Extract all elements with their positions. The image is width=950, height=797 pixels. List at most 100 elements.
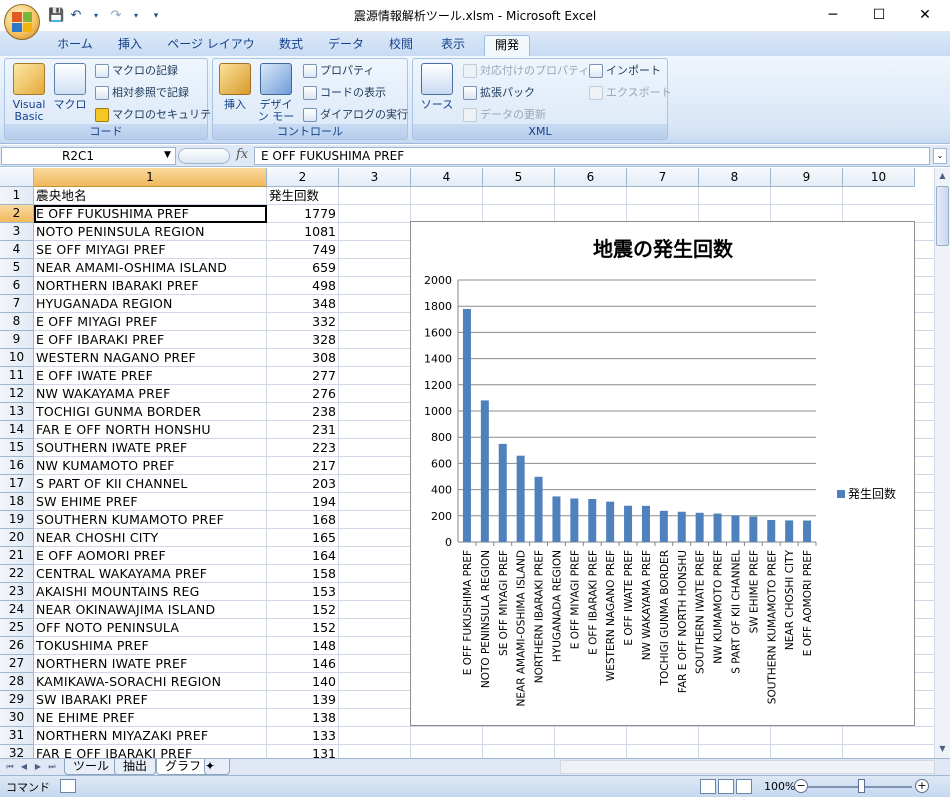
cell-epicenter-name[interactable]: SW EHIME PREF [34, 493, 267, 511]
column-header[interactable]: 6 [555, 168, 627, 187]
cell-epicenter-name[interactable]: SOUTHERN IWATE PREF [34, 439, 267, 457]
cell-epicenter-name[interactable]: E OFF AOMORI PREF [34, 547, 267, 565]
redo-dropdown-icon[interactable]: ▾ [128, 8, 144, 24]
expand-formula-bar-icon[interactable]: ⌄ [933, 148, 947, 164]
cell-epicenter-name[interactable]: FAR E OFF IBARAKI PREF [34, 745, 267, 758]
save-icon[interactable]: 💾 [48, 8, 64, 24]
cell-epicenter-name[interactable]: E OFF IWATE PREF [34, 367, 267, 385]
row-header[interactable]: 18 [0, 493, 34, 511]
cell-epicenter-name[interactable]: FAR E OFF NORTH HONSHU [34, 421, 267, 439]
tab-developer[interactable]: 開発 [484, 35, 530, 56]
scroll-up-icon[interactable]: ▲ [936, 169, 949, 183]
page-layout-view-icon[interactable] [718, 779, 734, 794]
row-header[interactable]: 32 [0, 745, 34, 758]
insert-sheet-icon[interactable]: ✦ [204, 759, 230, 775]
cell-count[interactable]: 194 [267, 493, 339, 511]
tab-review[interactable]: 校閲 [382, 35, 420, 56]
zoom-in-icon[interactable]: + [915, 779, 929, 793]
prev-sheet-icon[interactable]: ◀ [18, 760, 30, 774]
cell-epicenter-name[interactable]: NEAR OKINAWAJIMA ISLAND [34, 601, 267, 619]
cell-epicenter-name[interactable]: TOKUSHIMA PREF [34, 637, 267, 655]
row-header[interactable]: 9 [0, 331, 34, 349]
cell-count[interactable]: 138 [267, 709, 339, 727]
macro-security-button[interactable]: マクロのセキュリティ [95, 106, 221, 124]
first-sheet-icon[interactable]: ⏮ [4, 760, 16, 774]
cell-count[interactable]: 223 [267, 439, 339, 457]
cell-epicenter-name[interactable]: E OFF IBARAKI PREF [34, 331, 267, 349]
tab-insert[interactable]: 挿入 [110, 35, 150, 56]
row-header[interactable]: 11 [0, 367, 34, 385]
undo-dropdown-icon[interactable]: ▾ [88, 8, 104, 24]
cell-epicenter-name[interactable]: AKAISHI MOUNTAINS REG [34, 583, 267, 601]
vertical-scrollbar[interactable]: ▲ ▼ [934, 168, 950, 758]
tab-view[interactable]: 表示 [433, 35, 473, 56]
cell-count[interactable]: 348 [267, 295, 339, 313]
row-header[interactable]: 7 [0, 295, 34, 313]
column-header[interactable]: 7 [627, 168, 699, 187]
cell-count[interactable]: 152 [267, 601, 339, 619]
row-header[interactable]: 21 [0, 547, 34, 565]
cell-count[interactable]: 276 [267, 385, 339, 403]
tab-page-layout[interactable]: ページ レイアウト [163, 35, 259, 70]
cell-epicenter-name[interactable]: NOTO PENINSULA REGION [34, 223, 267, 241]
row-header[interactable]: 3 [0, 223, 34, 241]
cell-epicenter-name[interactable]: TOCHIGI GUNMA BORDER [34, 403, 267, 421]
cell-epicenter-name[interactable]: E OFF FUKUSHIMA PREF [34, 205, 267, 223]
cell-count[interactable]: 328 [267, 331, 339, 349]
page-break-view-icon[interactable] [736, 779, 752, 794]
cell-count[interactable]: 165 [267, 529, 339, 547]
insert-control-button[interactable]: 挿入 [217, 63, 253, 111]
cell-epicenter-name[interactable]: NEAR AMAMI-OSHIMA ISLAND [34, 259, 267, 277]
next-sheet-icon[interactable]: ▶ [32, 760, 44, 774]
name-box[interactable]: R2C1 [1, 147, 176, 165]
cell-epicenter-name[interactable]: NEAR CHOSHI CITY [34, 529, 267, 547]
column-header[interactable]: 8 [699, 168, 771, 187]
row-header[interactable]: 23 [0, 583, 34, 601]
column-header[interactable]: 4 [411, 168, 483, 187]
cell-count[interactable]: 231 [267, 421, 339, 439]
select-all-corner[interactable] [0, 168, 34, 187]
formula-bar-splitter[interactable] [178, 148, 230, 164]
cell-count[interactable]: 277 [267, 367, 339, 385]
cell-epicenter-name[interactable]: NORTHERN IWATE PREF [34, 655, 267, 673]
column-header[interactable]: 1 [34, 168, 267, 187]
row-header[interactable]: 20 [0, 529, 34, 547]
cell-count[interactable]: 498 [267, 277, 339, 295]
cell-count[interactable]: 140 [267, 673, 339, 691]
cell-epicenter-name[interactable]: E OFF MIYAGI PREF [34, 313, 267, 331]
cell-epicenter-name[interactable]: CENTRAL WAKAYAMA PREF [34, 565, 267, 583]
properties-button[interactable]: プロパティ [303, 62, 374, 80]
zoom-slider-thumb[interactable] [858, 779, 865, 793]
import-button[interactable]: インポート [589, 62, 661, 80]
cell-epicenter-name[interactable]: SW IBARAKI PREF [34, 691, 267, 709]
normal-view-icon[interactable] [700, 779, 716, 794]
run-dialog-button[interactable]: ダイアログの実行 [303, 106, 408, 124]
row-header[interactable]: 19 [0, 511, 34, 529]
map-properties-button[interactable]: 対応付けのプロパティ [463, 62, 589, 80]
cell-epicenter-name[interactable]: WESTERN NAGANO PREF [34, 349, 267, 367]
name-box-dropdown-icon[interactable]: ▼ [164, 147, 171, 163]
row-header[interactable]: 14 [0, 421, 34, 439]
row-header[interactable]: 13 [0, 403, 34, 421]
cell-epicenter-name[interactable]: HYUGANADA REGION [34, 295, 267, 313]
macro-record-icon[interactable] [60, 779, 76, 793]
row-header[interactable]: 10 [0, 349, 34, 367]
macro-button[interactable]: マクロ [53, 63, 87, 111]
cell-epicenter-name[interactable]: NW KUMAMOTO PREF [34, 457, 267, 475]
cell-count[interactable]: 133 [267, 727, 339, 745]
cell-count[interactable]: 152 [267, 619, 339, 637]
row-header[interactable]: 2 [0, 205, 34, 223]
visual-basic-button[interactable]: Visual Basic [9, 63, 49, 123]
tab-data[interactable]: データ [323, 35, 369, 56]
cell-count[interactable]: 164 [267, 547, 339, 565]
record-macro-button[interactable]: マクロの記録 [95, 62, 178, 80]
header-cell-epicenter[interactable]: 震央地名 [34, 187, 267, 205]
cell-epicenter-name[interactable]: KAMIKAWA-SORACHI REGION [34, 673, 267, 691]
refresh-data-button[interactable]: データの更新 [463, 106, 546, 124]
column-header[interactable]: 10 [843, 168, 915, 187]
export-button[interactable]: エクスポート [589, 84, 672, 102]
row-header[interactable]: 24 [0, 601, 34, 619]
close-button[interactable]: ✕ [902, 0, 948, 30]
cell-count[interactable]: 139 [267, 691, 339, 709]
cell-epicenter-name[interactable]: NORTHERN MIYAZAKI PREF [34, 727, 267, 745]
